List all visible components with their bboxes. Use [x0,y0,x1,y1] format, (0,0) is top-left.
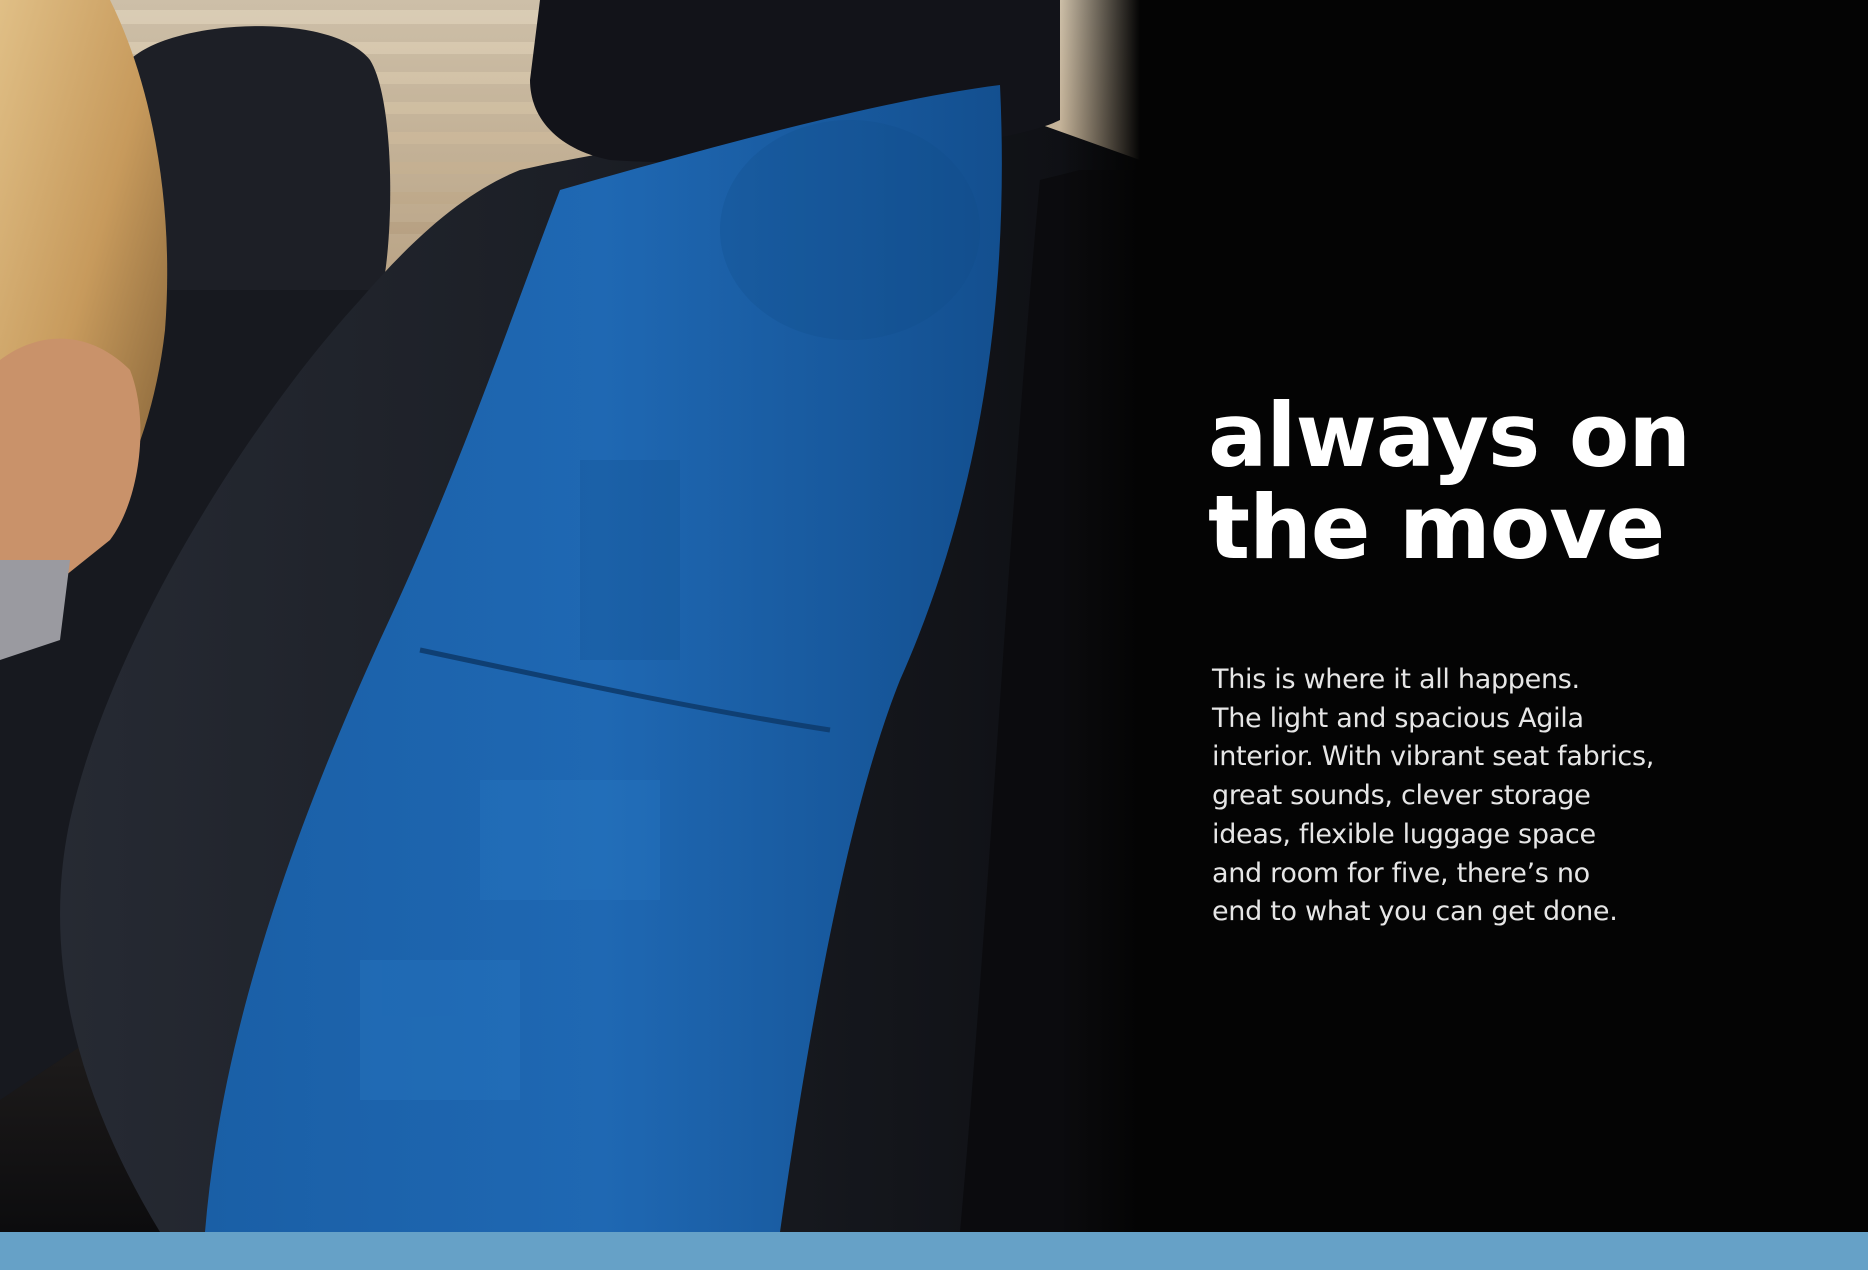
footer-color-band [0,1232,1868,1270]
car-seat-photo [0,0,1140,1232]
car-seat-illustration [0,0,1140,1232]
brochure-page: always on the move This is where it all … [0,0,1868,1270]
body-copy: This is where it all happens. The light … [1212,661,1655,932]
body-line-2: The light and spacious Agila [1212,702,1584,734]
body-line-3: interior. With vibrant seat fabrics, [1212,741,1655,773]
body-line-5: ideas, flexible luggage space [1212,818,1596,850]
body-line-6: and room for five, there’s no [1212,857,1590,889]
photo-fade [1060,0,1140,1232]
body-line-1: This is where it all happens. [1212,664,1580,695]
headline: always on the move [1208,384,1691,579]
body-line-4: great sounds, clever storage [1212,780,1591,812]
headline-line-1: always on [1208,384,1691,487]
headline-line-2: the move [1208,476,1665,579]
body-line-7: end to what you can get done. [1212,896,1618,928]
